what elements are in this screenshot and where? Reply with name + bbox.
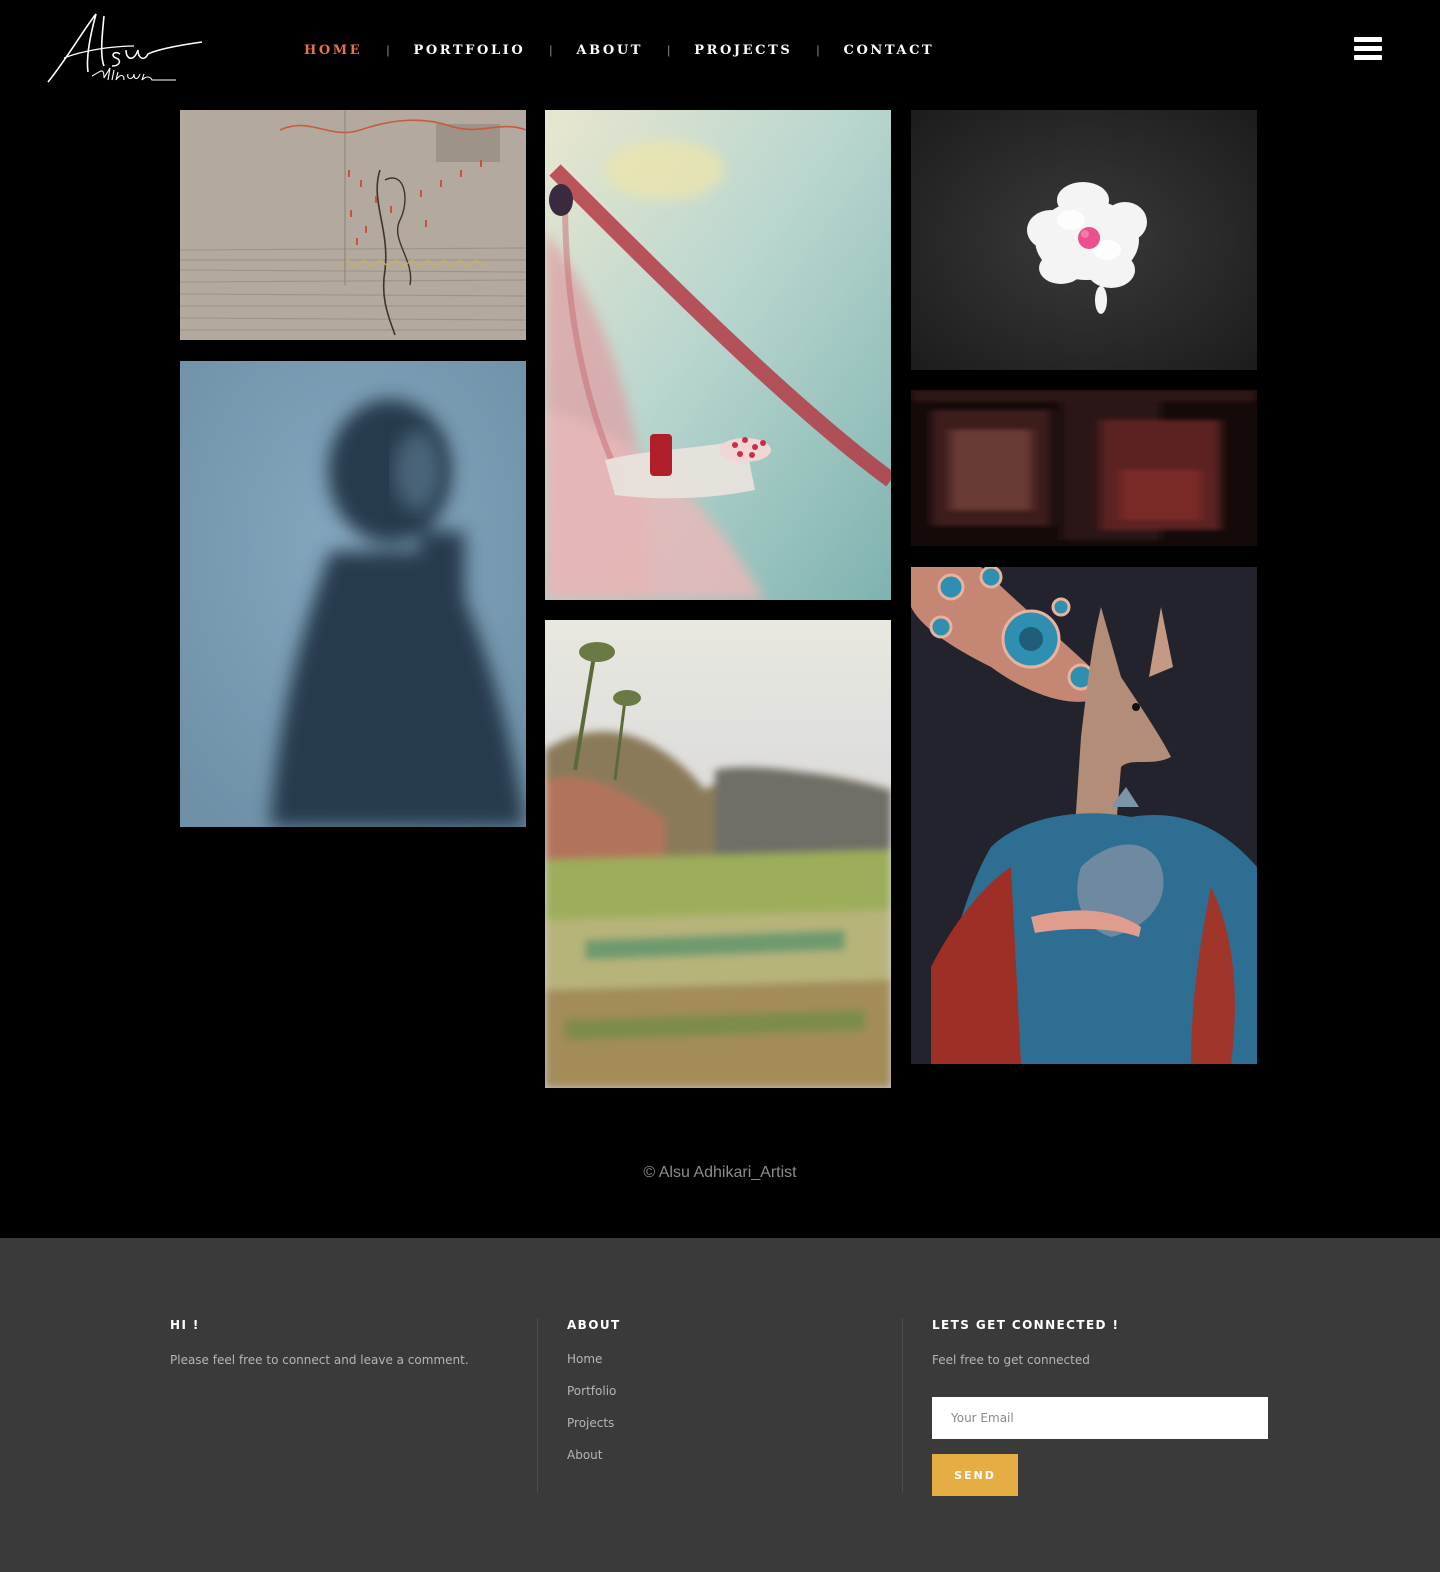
footer-connect-text: Feel free to get connected (932, 1353, 1090, 1367)
artwork-deer-woman[interactable] (911, 567, 1257, 1064)
artwork-embroidery[interactable] (180, 110, 526, 340)
footer-col-connect: LETS GET CONNECTED ! Feel free to get co… (932, 1318, 1119, 1367)
footer-divider (537, 1318, 538, 1492)
nav-projects[interactable]: PROJECTS (694, 43, 792, 58)
site-header: HOME | PORTFOLIO | ABOUT | PROJECTS | CO… (0, 0, 1440, 100)
site-logo[interactable] (44, 6, 204, 88)
nav-separator: | (549, 43, 553, 57)
nav-separator: | (386, 43, 390, 57)
email-input[interactable] (932, 1397, 1268, 1439)
nav-separator: | (667, 43, 671, 57)
footer-link-home[interactable]: Home (567, 1352, 621, 1384)
footer-hi-title: HI ! (170, 1318, 200, 1332)
main-nav: HOME | PORTFOLIO | ABOUT | PROJECTS | CO… (304, 40, 934, 60)
footer-link-about[interactable]: About (567, 1448, 621, 1480)
nav-about[interactable]: ABOUT (576, 43, 643, 58)
artwork-white-flower[interactable] (911, 110, 1257, 370)
footer-link-portfolio[interactable]: Portfolio (567, 1384, 621, 1416)
footer-hi-text: Please feel free to connect and leave a … (170, 1353, 469, 1367)
footer-connect-title: LETS GET CONNECTED ! (932, 1318, 1120, 1332)
footer-divider (902, 1318, 903, 1492)
footer-about-title: ABOUT (567, 1318, 621, 1332)
nav-portfolio[interactable]: PORTFOLIO (413, 43, 525, 58)
footer-col-hi: HI ! Please feel free to connect and lea… (170, 1318, 469, 1367)
artwork-watercolor-thread[interactable] (545, 110, 891, 600)
footer-link-projects[interactable]: Projects (567, 1416, 621, 1448)
footer-links: Home Portfolio Projects About (567, 1352, 621, 1480)
copyright-text: © Alsu Adhikari_Artist (643, 1164, 797, 1181)
artwork-watercolor-landscape[interactable] (545, 620, 891, 1088)
nav-separator: | (816, 43, 820, 57)
artwork-dark-interior[interactable] (911, 390, 1257, 546)
nav-home[interactable]: HOME (304, 43, 362, 58)
nav-contact[interactable]: CONTACT (844, 43, 935, 58)
footer-col-about: ABOUT Home Portfolio Projects About (567, 1318, 621, 1480)
artwork-blue-portrait[interactable] (180, 361, 526, 827)
hamburger-menu-icon[interactable] (1354, 37, 1382, 62)
send-button[interactable]: SEND (932, 1454, 1018, 1496)
